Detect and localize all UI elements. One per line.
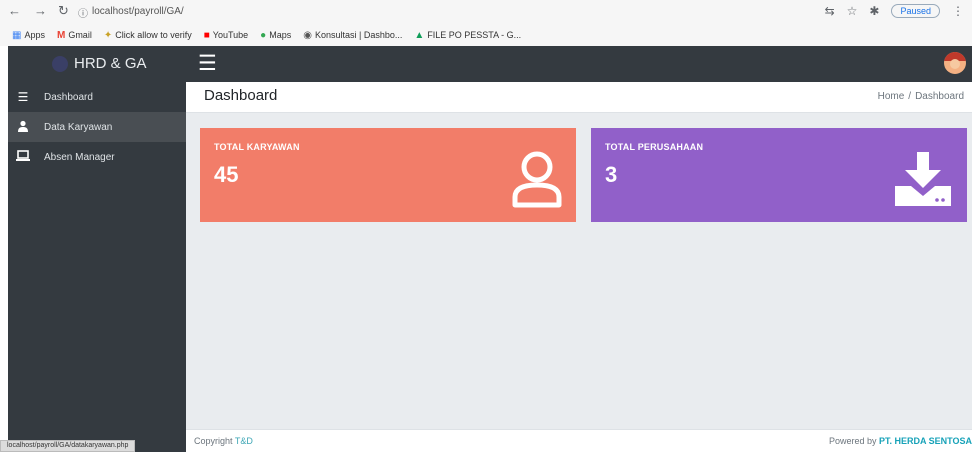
- page-header: Dashboard Home / Dashboard: [186, 82, 972, 113]
- sidebar-item-absen-manager[interactable]: Absen Manager: [8, 142, 186, 172]
- browser-nav-row: ← → ↻ ⓘ localhost/payroll/GA/ ⇆ ☆ ✱ Paus…: [0, 0, 972, 24]
- hamburger-menu-icon[interactable]: ☰: [198, 52, 217, 76]
- bookmark-youtube[interactable]: ■ YouTube: [204, 30, 248, 41]
- footer-powered-by: Powered by PT. HERDA SENTOSA: [828, 436, 972, 446]
- profile-paused-badge[interactable]: Paused: [891, 4, 940, 18]
- card-label: TOTAL KARYAWAN: [214, 142, 300, 152]
- apps-grid-icon: ▦: [12, 29, 22, 41]
- top-navbar: HRD & GA ☰: [8, 46, 972, 82]
- main-content: Dashboard Home / Dashboard TOTAL KARYAWAN …: [186, 82, 972, 452]
- footer-brand-link[interactable]: T&D: [235, 436, 253, 446]
- bookmark-apps[interactable]: ▦ Apps: [12, 30, 45, 41]
- brand-logo-icon: [52, 56, 68, 72]
- laptop-icon: [16, 149, 30, 165]
- card-total-karyawan[interactable]: TOTAL KARYAWAN 45: [200, 128, 576, 222]
- card-value: 3: [605, 162, 618, 187]
- bookmark-konsultasi[interactable]: ◉ Konsultasi | Dashbo...: [303, 30, 402, 41]
- extensions-icon[interactable]: ✱: [869, 4, 879, 18]
- maps-icon: ●: [260, 29, 267, 41]
- brand-name[interactable]: HRD & GA: [74, 55, 147, 72]
- globe-icon: ◉: [303, 29, 312, 41]
- breadcrumb: Home / Dashboard: [878, 91, 964, 102]
- footer-copyright: Copyright T&D: [194, 436, 253, 446]
- sidebar-item-label: Dashboard: [44, 91, 93, 103]
- sidebar-item-data-karyawan[interactable]: Data Karyawan: [8, 112, 186, 142]
- sidebar-item-label: Data Karyawan: [44, 121, 113, 133]
- status-bar-url: localhost/payroll/GA/datakaryawan.php: [0, 440, 136, 452]
- sidebar-item-dashboard[interactable]: ☰ Dashboard: [8, 82, 186, 112]
- download-icon: [893, 150, 953, 213]
- youtube-icon: ■: [203, 29, 210, 41]
- bookmark-click-allow[interactable]: ✦ Click allow to verify: [104, 30, 192, 41]
- card-total-perusahaan[interactable]: TOTAL PERUSAHAAN 3: [591, 128, 967, 222]
- reload-icon[interactable]: ↻: [58, 3, 69, 19]
- page-title: Dashboard: [204, 87, 278, 104]
- card-label: TOTAL PERUSAHAAN: [605, 142, 704, 152]
- breadcrumb-current: Dashboard: [915, 91, 964, 102]
- bookmark-gmail[interactable]: M Gmail: [57, 30, 92, 41]
- bars-icon: ☰: [17, 90, 29, 104]
- bookmarks-bar: ▦ Apps M Gmail ✦ Click allow to verify ■ You…: [0, 24, 972, 46]
- back-icon[interactable]: ←: [8, 3, 21, 18]
- drive-icon: ▲: [414, 29, 425, 41]
- forward-icon[interactable]: →: [34, 3, 47, 18]
- menu-icon[interactable]: ⋮: [952, 4, 964, 18]
- gmail-icon: M: [56, 29, 66, 41]
- sidebar-item-label: Absen Manager: [44, 151, 115, 163]
- address-bar[interactable]: localhost/payroll/GA/: [92, 6, 184, 17]
- browser-chrome: ← → ↻ ⓘ localhost/payroll/GA/ ⇆ ☆ ✱ Paus…: [0, 0, 972, 46]
- user-icon: [16, 120, 30, 135]
- info-icon: ⓘ: [78, 9, 88, 20]
- card-value: 45: [214, 162, 239, 187]
- footer: Copyright T&D Powered by PT. HERDA SENTO…: [186, 429, 972, 452]
- sidebar: ☰ Dashboard Data Karyawan Absen Manager: [8, 82, 186, 452]
- avatar-face: [950, 59, 960, 69]
- star-icon[interactable]: ☆: [847, 4, 858, 18]
- bookmark-icon: ✦: [103, 29, 113, 41]
- avatar[interactable]: [944, 52, 966, 74]
- breadcrumb-home-link[interactable]: Home: [878, 91, 905, 102]
- breadcrumb-separator: /: [908, 91, 912, 102]
- translate-icon[interactable]: ⇆: [825, 4, 835, 18]
- user-outline-icon: [510, 150, 564, 213]
- footer-company: PT. HERDA SENTOSA: [878, 436, 972, 446]
- bookmark-maps[interactable]: ● Maps: [260, 30, 291, 41]
- bookmark-file-po[interactable]: ▲ FILE PO PESSTA - G...: [414, 30, 521, 41]
